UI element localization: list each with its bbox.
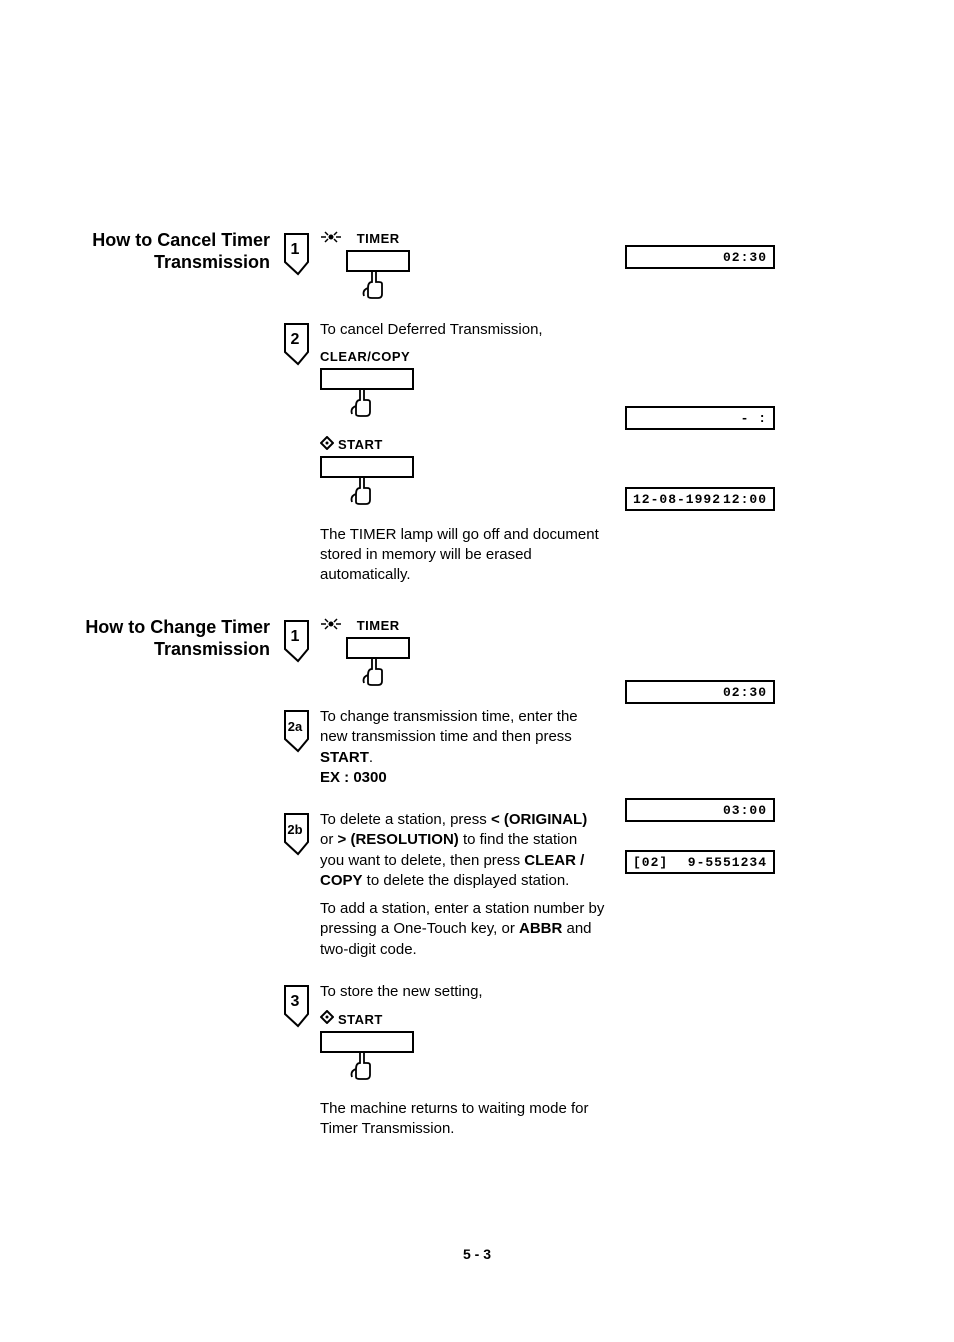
text-bold: < (ORIGINAL) [491,811,587,828]
lcd-change-timer: 02:30 [625,680,775,704]
lcd-cancel-clear: - : [625,406,775,430]
start-diamond-icon [320,1010,334,1029]
title-line: Transmission [154,639,270,659]
text-span: . [369,749,373,766]
button-block: START [320,436,894,513]
button-block: CLEAR/COPY [320,348,894,424]
timer-lamp-icon [320,617,342,631]
lcd-change-time: 03:00 [625,798,775,822]
step: 1 TIMER [280,230,894,306]
step-number-icon: 3 [280,982,320,1033]
step-number-icon: 1 [280,617,320,668]
svg-text:3: 3 [291,993,300,1010]
lcd-cancel-timer: 02:30 [625,245,775,269]
press-hand-icon [360,270,410,306]
start-label: START [338,1011,383,1029]
start-label: START [338,436,383,454]
step-text: To cancel Deferred Transmission, [320,320,894,340]
press-hand-icon [348,476,894,512]
lcd-text: 02:30 [723,685,767,700]
step: 2b To delete a station, press < (ORIGINA… [280,810,894,968]
svg-text:1: 1 [291,241,300,258]
step: 3 To store the new setting, START [280,982,894,1148]
section-title: How to Cancel Timer Transmission [60,230,280,607]
timer-button-label: TIMER [357,617,400,635]
page-number: 5 - 3 [0,1246,954,1262]
lcd-text: 02:30 [723,250,767,265]
step-number-icon: 1 [280,230,320,281]
lcd-num: 9-5551234 [688,855,767,870]
lcd-time: 12:00 [723,492,767,507]
step-text: The TIMER lamp will go off and document … [320,525,600,586]
step: 2a To change transmission time, enter th… [280,707,894,796]
step: 1 TIMER [280,617,894,693]
press-hand-icon [360,657,410,693]
step: 2 To cancel Deferred Transmission, CLEAR… [280,320,894,594]
press-hand-icon [348,1051,894,1087]
title-line: Transmission [154,252,270,272]
step-number-icon: 2 [280,320,320,371]
text-bold: START [320,749,369,766]
lcd-cancel-start: 12-08-1992 12:00 [625,487,775,511]
step-number-icon: 2a [280,707,320,758]
timer-button-label: TIMER [357,230,400,248]
text-span: or [320,831,338,848]
title-line: How to Cancel Timer [92,230,270,250]
ex-value: 0300 [353,769,386,786]
lcd-date: 12-08-1992 [633,492,721,507]
svg-text:2b: 2b [287,822,302,837]
lcd-text: - : [741,411,767,426]
ex-label: EX : [320,769,353,786]
timer-lamp-icon [320,230,342,244]
timer-button[interactable] [346,637,410,659]
text-bold: ABBR [519,920,562,937]
step-text: To store the new setting, [320,982,894,1002]
start-diamond-icon [320,436,334,455]
start-button[interactable] [320,1031,414,1053]
section-title: How to Change Timer Transmission [60,617,280,1161]
text-span: to delete the displayed station. [363,872,570,889]
step-number-icon: 2b [280,810,320,861]
svg-text:1: 1 [291,628,300,645]
title-line: How to Change Timer [85,617,270,637]
lcd-text: 03:00 [723,803,767,818]
step-text: To change transmission time, enter the n… [320,707,600,788]
step-text: The machine returns to waiting mode for … [320,1099,610,1140]
clear-copy-label: CLEAR/COPY [320,348,410,366]
text-span: To delete a station, press [320,811,491,828]
clear-copy-button[interactable] [320,368,414,390]
lcd-code: [02] [633,855,668,870]
lcd-change-station: [02] 9-5551234 [625,850,775,874]
start-button[interactable] [320,456,414,478]
step-text: To delete a station, press < (ORIGINAL) … [320,810,600,891]
press-hand-icon [348,388,894,424]
text-bold: > (RESOLUTION) [338,831,459,848]
svg-text:2: 2 [291,331,300,348]
button-block: START [320,1010,894,1087]
timer-button[interactable] [346,250,410,272]
step-text: To add a station, enter a station number… [320,899,610,960]
svg-text:2a: 2a [288,719,303,734]
text-span: To change transmission time, enter the n… [320,708,578,745]
